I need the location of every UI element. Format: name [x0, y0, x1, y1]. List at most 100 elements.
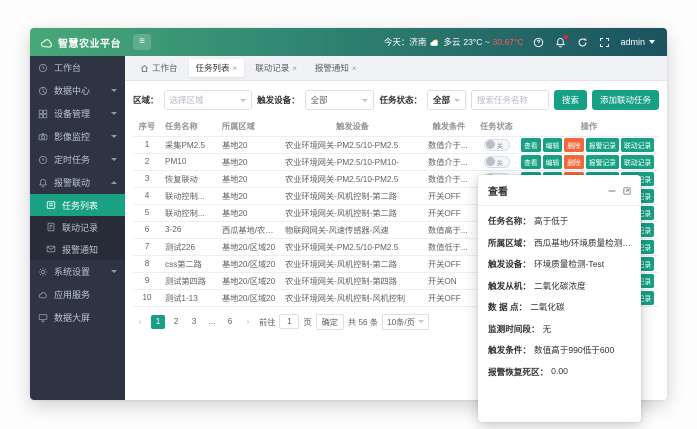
refresh-icon[interactable]	[576, 36, 589, 49]
cell-device: 农业环境网关-风机控制-第二路	[281, 187, 424, 204]
chevron-up-icon	[111, 181, 117, 184]
sidebar-item-label: 数据大屏	[54, 311, 90, 324]
edit-button[interactable]: 编辑	[543, 138, 563, 152]
col-condition: 触发条件	[424, 116, 474, 136]
cell-condition: 数值介于...	[424, 136, 474, 153]
add-linkage-task-button[interactable]: 添加联动任务	[592, 90, 659, 110]
sidebar-item-data-center[interactable]: 数据中心	[30, 79, 125, 102]
page-3[interactable]: 3	[187, 315, 201, 329]
sidebar-item-video-monitor[interactable]: 影像监控	[30, 125, 125, 148]
field-label: 数 据 点：	[488, 301, 527, 313]
prev-page-button[interactable]: ‹	[133, 315, 147, 329]
cell-name: 联动控制...	[161, 204, 218, 221]
tab-alarm-notice[interactable]: 报警通知 ×	[308, 59, 364, 77]
dialog-field: 报警恢复死区：0.00	[488, 366, 631, 378]
cloud-icon	[38, 290, 48, 300]
page-size-value: 10条/页	[387, 316, 415, 328]
view-button[interactable]: 查看	[521, 138, 541, 152]
page-2[interactable]: 2	[169, 315, 183, 329]
tab-linkage-records[interactable]: 联动记录 ×	[248, 59, 304, 77]
field-label: 触发条件：	[488, 344, 531, 356]
gear-icon	[38, 267, 48, 277]
sidebar-item-app-service[interactable]: 应用服务	[30, 283, 125, 306]
sidebar-item-data-screen[interactable]: 数据大屏	[30, 306, 125, 329]
user-menu[interactable]: admin	[620, 37, 655, 47]
region-placeholder: 选择区域	[170, 94, 204, 106]
search-button[interactable]: 搜索	[554, 90, 587, 110]
delete-button[interactable]: 删除	[564, 155, 584, 169]
cell-seq: 1	[133, 136, 161, 153]
dialog-title: 查看	[488, 183, 508, 198]
sidebar-item-alarm-notice[interactable]: 报警通知	[30, 238, 125, 260]
tab-task-list[interactable]: 任务列表 ×	[189, 59, 245, 77]
cell-seq: 4	[133, 187, 161, 204]
view-button[interactable]: 查看	[521, 155, 541, 169]
page-ellipsis[interactable]: ...	[205, 315, 219, 329]
page-size-select[interactable]: 10条/页	[382, 314, 429, 330]
cell-seq: 6	[133, 221, 161, 238]
cell-area: 基地20	[218, 136, 281, 153]
sidebar-item-alarm-linkage[interactable]: 报警联动	[30, 171, 125, 194]
close-icon[interactable]: ×	[233, 64, 238, 73]
temp-alert: 30.67°C	[493, 37, 524, 47]
page-1[interactable]: 1	[151, 315, 165, 329]
cell-seq: 9	[133, 272, 161, 289]
chevron-down-icon	[111, 158, 117, 161]
close-icon[interactable]: ×	[352, 64, 357, 73]
dialog-field: 触发条件：数值高于990低于600	[488, 344, 631, 356]
dialog-field: 触发设备：环境质量检测-Test	[488, 258, 631, 270]
task-status-select[interactable]: 全部	[427, 90, 466, 110]
camera-icon	[38, 132, 48, 142]
close-icon[interactable]: ×	[292, 64, 297, 73]
total-count: 共 56 条	[348, 316, 378, 328]
sidebar-item-linkage-records[interactable]: 联动记录	[30, 216, 125, 238]
dialog-header[interactable]: 查看	[478, 175, 641, 206]
sidebar-item-workbench[interactable]: 工作台	[30, 56, 125, 79]
sidebar-item-task-list[interactable]: 任务列表	[30, 194, 125, 216]
cell-name: css第二路	[161, 255, 218, 272]
alarm-record-button[interactable]: 报警记录	[586, 138, 619, 152]
field-label: 监测时间段：	[488, 323, 540, 335]
trigger-device-select[interactable]: 全部	[305, 90, 375, 110]
goto-page-input[interactable]	[279, 314, 299, 329]
cell-condition: 开关ON	[424, 272, 474, 289]
cell-area: 西瓜基地/农业环...	[218, 221, 281, 238]
chevron-down-icon	[111, 89, 117, 92]
status-toggle[interactable]: 关	[484, 139, 510, 151]
field-label: 触发从机：	[488, 280, 531, 292]
maximize-icon[interactable]	[623, 187, 631, 195]
alarm-record-button[interactable]: 报警记录	[586, 155, 619, 169]
confirm-page-button[interactable]: 确定	[316, 314, 344, 330]
delete-button[interactable]: 删除	[564, 138, 584, 152]
tab-workbench[interactable]: 工作台	[133, 59, 185, 77]
linkage-record-button[interactable]: 联动记录	[621, 155, 654, 169]
tab-bar: 工作台 任务列表 × 联动记录 × 报警通知 ×	[125, 56, 667, 81]
search-input[interactable]	[471, 90, 549, 110]
field-label: 任务名称：	[488, 215, 531, 227]
col-device: 触发设备	[281, 116, 424, 136]
region-label: 区域：	[133, 94, 159, 106]
sidebar-item-system-settings[interactable]: 系统设置	[30, 260, 125, 283]
status-toggle[interactable]: 关	[484, 156, 510, 168]
next-page-button[interactable]: ›	[241, 315, 255, 329]
sidebar-collapse-button[interactable]: ≡	[133, 34, 151, 50]
help-icon[interactable]	[532, 36, 545, 49]
fullscreen-icon[interactable]	[598, 36, 611, 49]
cell-name: 联动控制...	[161, 187, 218, 204]
field-label: 触发设备：	[488, 258, 531, 270]
field-value: 无	[543, 323, 552, 335]
minimize-icon[interactable]	[608, 187, 616, 195]
notifications-bell-icon[interactable]	[554, 36, 567, 49]
page-6[interactable]: 6	[223, 315, 237, 329]
chevron-down-icon	[111, 112, 117, 115]
sidebar-item-device-manage[interactable]: 设备管理	[30, 102, 125, 125]
sidebar-item-timed-task[interactable]: 定时任务	[30, 148, 125, 171]
username: admin	[620, 37, 645, 47]
linkage-record-button[interactable]: 联动记录	[621, 138, 654, 152]
region-select[interactable]: 选择区域	[164, 90, 253, 110]
home-icon	[140, 64, 149, 73]
cell-actions: 查看编辑删除报警记录联动记录	[519, 136, 659, 153]
alarm-bell-icon	[38, 178, 48, 188]
tab-label: 报警通知	[315, 62, 349, 74]
edit-button[interactable]: 编辑	[543, 155, 563, 169]
